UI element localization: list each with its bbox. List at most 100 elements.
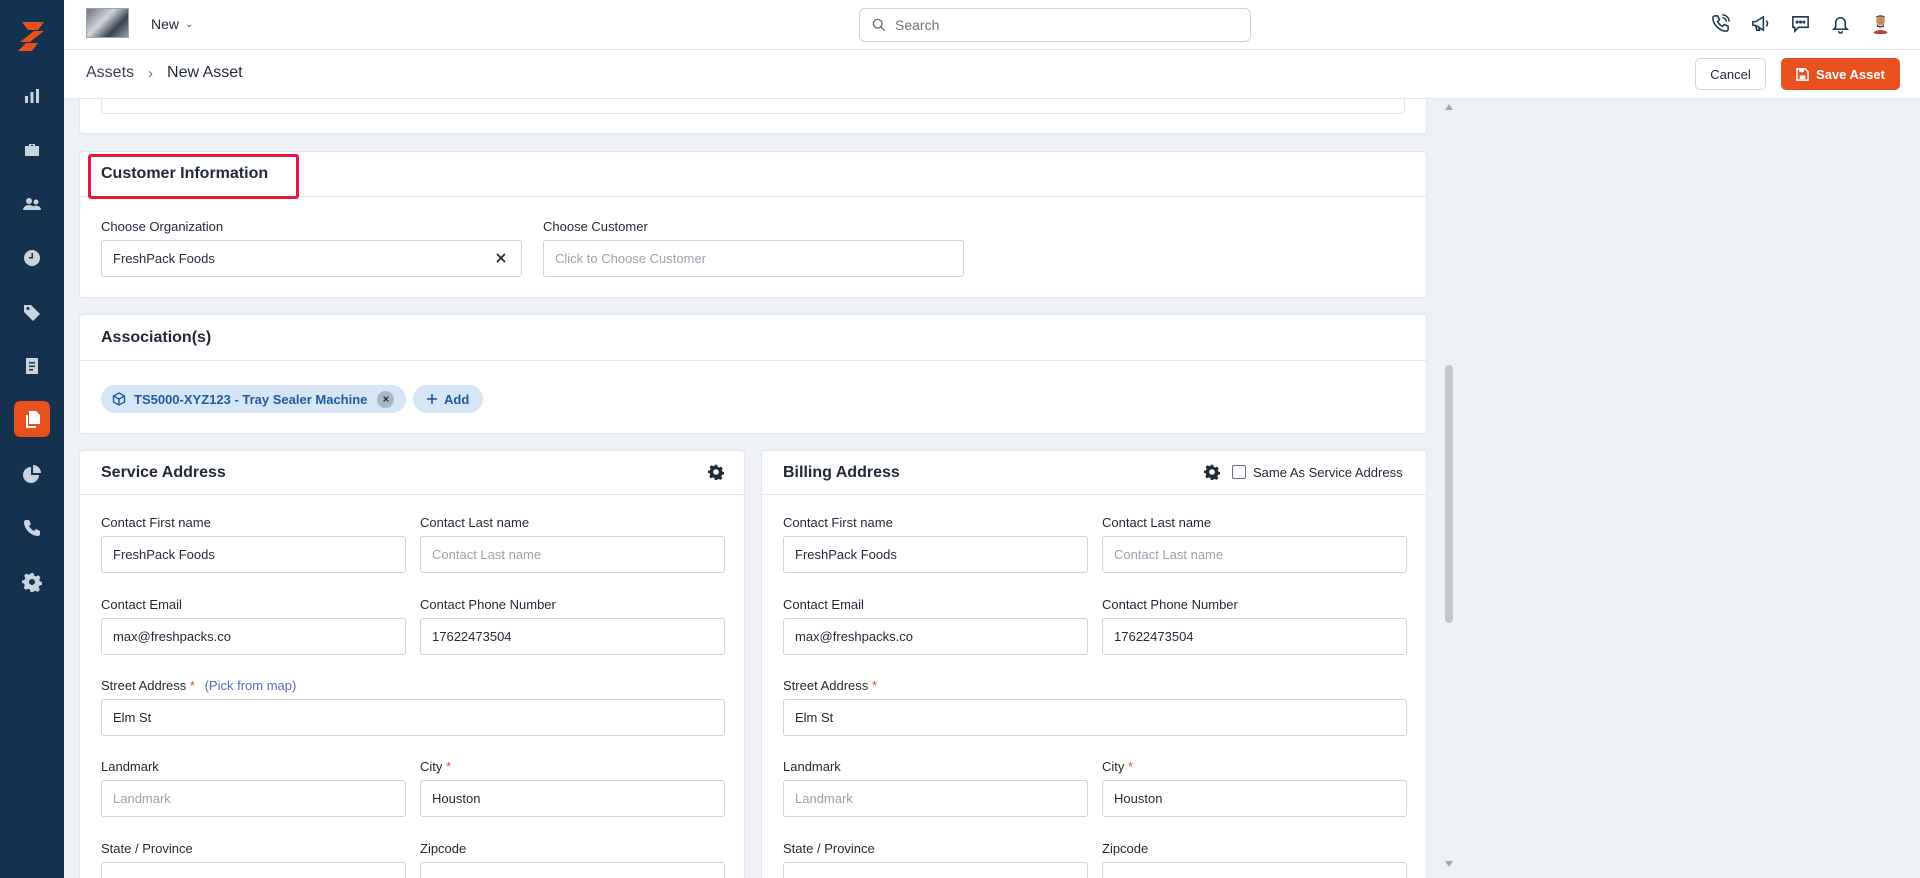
- sidebar-item-schedule[interactable]: [14, 240, 50, 276]
- add-association-button[interactable]: Add: [413, 385, 483, 413]
- billing-zip-input[interactable]: [1102, 862, 1407, 878]
- billing-first-name-input[interactable]: FreshPack Foods: [783, 536, 1088, 573]
- new-menu-label: New: [151, 16, 180, 32]
- avatar[interactable]: [1869, 12, 1892, 35]
- service-zip-label: Zipcode: [420, 841, 467, 856]
- associations-title: Association(s): [101, 329, 212, 346]
- notifications-button[interactable]: [1829, 12, 1852, 35]
- service-phone-value: 17622473504: [432, 629, 512, 644]
- service-phone-input[interactable]: 17622473504: [420, 618, 725, 655]
- billing-phone-input[interactable]: 17622473504: [1102, 618, 1407, 655]
- logo-icon[interactable]: [14, 18, 50, 54]
- save-asset-button[interactable]: Save Asset: [1781, 58, 1900, 90]
- service-first-name-value: FreshPack Foods: [113, 547, 215, 562]
- scroll-down-arrow-icon[interactable]: [1444, 860, 1454, 868]
- add-association-label: Add: [444, 391, 470, 407]
- service-street-input[interactable]: Elm St: [101, 699, 725, 736]
- service-street-value: Elm St: [113, 710, 152, 725]
- service-last-name-input[interactable]: Contact Last name: [420, 536, 725, 573]
- billing-last-name-input[interactable]: Contact Last name: [1102, 536, 1407, 573]
- service-street-label-row: Street Address * (Pick from map): [101, 678, 296, 693]
- scroll-up-arrow-icon[interactable]: [1444, 103, 1454, 111]
- billing-street-label-row: Street Address *: [783, 678, 877, 693]
- customer-label: Choose Customer: [543, 219, 648, 234]
- billing-city-value: Houston: [1114, 791, 1163, 806]
- search-box[interactable]: [859, 8, 1251, 42]
- sidebar-item-reports[interactable]: [14, 456, 50, 492]
- association-chip[interactable]: TS5000-XYZ123 - Tray Sealer Machine: [101, 385, 406, 413]
- phone-call-button[interactable]: [1709, 12, 1732, 35]
- search-input[interactable]: [895, 17, 1225, 33]
- associations-card: Association(s) TS5000-XYZ123 - Tray Seal…: [79, 314, 1427, 434]
- service-city-input[interactable]: Houston: [420, 780, 725, 817]
- organization-field[interactable]: FreshPack Foods: [101, 240, 522, 277]
- workspace-thumbnail[interactable]: [86, 8, 129, 38]
- billing-street-value: Elm St: [795, 710, 834, 725]
- page-header: Assets › New Asset Cancel Save Asset: [64, 50, 1920, 99]
- sidebar: [0, 0, 64, 878]
- service-first-name-input[interactable]: FreshPack Foods: [101, 536, 406, 573]
- organization-value: FreshPack Foods: [113, 251, 215, 266]
- scrollbar-thumb[interactable]: [1445, 365, 1453, 623]
- sidebar-item-settings[interactable]: [14, 564, 50, 600]
- pick-from-map-link[interactable]: (Pick from map): [205, 678, 297, 693]
- service-state-label: State / Province: [101, 841, 193, 856]
- billing-city-input[interactable]: Houston: [1102, 780, 1407, 817]
- sidebar-item-assets[interactable]: [14, 401, 50, 437]
- billing-state-input[interactable]: [783, 862, 1088, 878]
- breadcrumb: Assets › New Asset: [86, 64, 243, 82]
- billing-landmark-input[interactable]: Landmark: [783, 780, 1088, 817]
- service-landmark-input[interactable]: Landmark: [101, 780, 406, 817]
- briefcase-icon: [25, 144, 39, 156]
- billing-street-input[interactable]: Elm St: [783, 699, 1407, 736]
- sidebar-item-calls[interactable]: [14, 510, 50, 546]
- required-mark: *: [1128, 759, 1134, 774]
- chat-button[interactable]: [1789, 12, 1812, 35]
- service-email-input[interactable]: max@freshpacks.co: [101, 618, 406, 655]
- service-state-input[interactable]: [101, 862, 406, 878]
- org-label: Choose Organization: [101, 219, 224, 234]
- sidebar-item-pricing[interactable]: [14, 294, 50, 330]
- chart-icon: [25, 89, 39, 103]
- announcements-button[interactable]: [1749, 12, 1772, 35]
- service-zip-input[interactable]: [420, 862, 725, 878]
- close-icon[interactable]: [493, 250, 509, 266]
- phone-icon: [24, 520, 40, 536]
- service-landmark-label: Landmark: [101, 759, 159, 774]
- tag-icon: [24, 305, 40, 321]
- service-email-value: max@freshpacks.co: [113, 629, 231, 644]
- billing-email-input[interactable]: max@freshpacks.co: [783, 618, 1088, 655]
- customer-placeholder: Click to Choose Customer: [555, 251, 706, 266]
- sidebar-item-customers[interactable]: [14, 186, 50, 222]
- service-city-label-row: City *: [420, 759, 451, 774]
- customer-field[interactable]: Click to Choose Customer: [543, 240, 964, 277]
- new-menu-button[interactable]: New ⌄: [151, 16, 193, 32]
- megaphone-icon: [1752, 15, 1769, 32]
- required-mark: *: [871, 678, 877, 693]
- main-content: Customer Information Choose Organization…: [64, 99, 1444, 878]
- chevron-down-icon: ⌄: [185, 18, 194, 30]
- remove-association-button[interactable]: [377, 390, 395, 408]
- billing-last-name-placeholder: Contact Last name: [1114, 547, 1224, 562]
- users-icon: [23, 198, 41, 210]
- close-icon: [383, 396, 389, 402]
- service-phone-label: Contact Phone Number: [420, 597, 556, 612]
- user-avatar-icon: [1872, 15, 1889, 34]
- sidebar-item-dashboard[interactable]: [14, 78, 50, 114]
- sidebar-item-jobs[interactable]: [14, 132, 50, 168]
- files-icon: [26, 411, 40, 428]
- gear-icon[interactable]: [708, 464, 724, 480]
- clock-icon: [24, 250, 40, 266]
- billing-first-name-value: FreshPack Foods: [795, 547, 897, 562]
- gear-icon[interactable]: [1204, 464, 1220, 480]
- previous-section-field: [101, 99, 1405, 114]
- breadcrumb-assets-link[interactable]: Assets: [86, 64, 134, 82]
- service-last-name-placeholder: Contact Last name: [432, 547, 542, 562]
- sidebar-item-invoices[interactable]: [14, 348, 50, 384]
- cancel-button[interactable]: Cancel: [1695, 58, 1766, 90]
- cube-icon: [112, 392, 126, 406]
- billing-city-label: City: [1102, 759, 1125, 774]
- billing-last-name-label: Contact Last name: [1102, 515, 1212, 530]
- search-icon: [872, 18, 886, 32]
- same-as-service-checkbox[interactable]: [1232, 465, 1246, 479]
